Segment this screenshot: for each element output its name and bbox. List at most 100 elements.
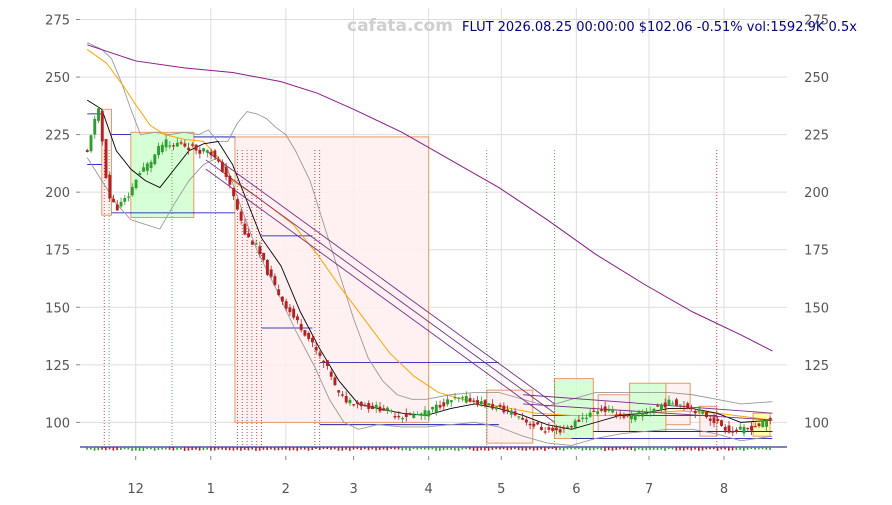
candle-up [509,410,513,415]
candle-down [675,399,678,406]
volume-bar [153,447,156,451]
candle-up [607,408,611,412]
volume-bar [97,447,100,451]
volume-strip [80,446,787,451]
volume-bar [724,447,726,450]
candle-up [145,163,149,171]
volume-bar [562,447,565,451]
x-tick-label: 5 [497,482,505,497]
volume-bar [116,447,118,451]
candle-down [187,147,191,150]
y-tick-label-left: 100 [45,416,70,431]
candle-up [633,413,637,420]
volume-bar [266,447,269,451]
candle-down [258,246,262,255]
volume-bar [506,447,509,451]
candle-down [356,402,359,404]
candle-down [663,402,667,408]
candle-up [138,173,142,176]
volume-bar [649,447,651,450]
candle-down [708,418,712,421]
volume-bar [720,447,723,450]
candle-down [731,431,735,433]
candle-down [337,390,341,393]
volume-bar [622,447,625,450]
volume-bar [90,447,92,450]
volume-bar [652,447,655,450]
volume-bar [191,447,193,451]
volume-bar [161,447,163,450]
volume-bar [303,447,306,450]
y-tick-label-right: 250 [804,71,829,86]
candle-down [363,404,367,407]
volume-bar [712,447,715,450]
volume-bar [619,447,621,450]
candle-up [581,417,585,419]
volume-bar [615,447,618,450]
volume-bar [487,447,490,451]
candle-down [314,347,318,351]
volume-bar [735,447,738,450]
volume-bar [348,447,351,451]
volume-bar [360,447,362,451]
candle-up [461,397,465,399]
candle-down [551,427,555,431]
volume-bar [281,447,284,450]
candle-down [528,423,532,426]
volume-bar [236,447,238,450]
y-tick-label-left: 200 [45,186,70,201]
volume-bar [566,447,569,450]
volume-bar [442,447,445,451]
volume-bar [431,447,434,450]
candle-down [712,417,716,424]
volume-bar [435,447,437,451]
volume-bar [285,447,287,450]
candle-down [307,332,311,339]
volume-bar [664,447,666,451]
volume-bar [131,447,133,451]
y-tick-label-left: 275 [45,14,70,29]
candle-up [427,410,431,417]
candle-down [690,407,693,410]
volume-bar [551,447,554,450]
volume-bar [183,447,186,451]
candle-down [686,403,690,409]
candle-up [254,243,258,245]
candle-down [569,426,573,428]
candle-up [588,412,592,417]
volume-bar [716,447,719,451]
candle-down [720,420,723,426]
candle-down [250,241,254,245]
candle-up [401,418,404,420]
volume-bar [521,447,524,451]
candle-down [536,422,540,425]
volume-bar [529,447,531,450]
candle-down [592,410,596,412]
volume-bar [202,447,205,451]
candle-up [93,118,97,135]
y-tick-label-left: 250 [45,71,70,86]
volume-bar [105,447,107,451]
volume-bar [93,447,96,451]
candle-down [371,405,374,410]
candle-down [614,414,618,417]
volume-bar [345,447,347,450]
y-tick-label-right: 100 [804,416,829,431]
volume-bar [544,447,546,451]
volume-bar [255,447,257,451]
watermark: cafata.com [347,16,453,36]
candle-down [705,412,708,418]
volume-bar [405,447,407,450]
candle-up [611,409,615,413]
candle-up [374,404,378,409]
volume-bar [150,447,152,450]
candle-down [100,110,104,142]
candle-up [123,198,127,202]
volume-bar [101,447,103,450]
volume-bar [315,447,317,450]
volume-bar [240,447,242,451]
volume-bar [123,447,126,450]
volume-bar [180,447,182,450]
y-tick-label-right: 125 [804,359,829,374]
candle-down [318,352,322,356]
